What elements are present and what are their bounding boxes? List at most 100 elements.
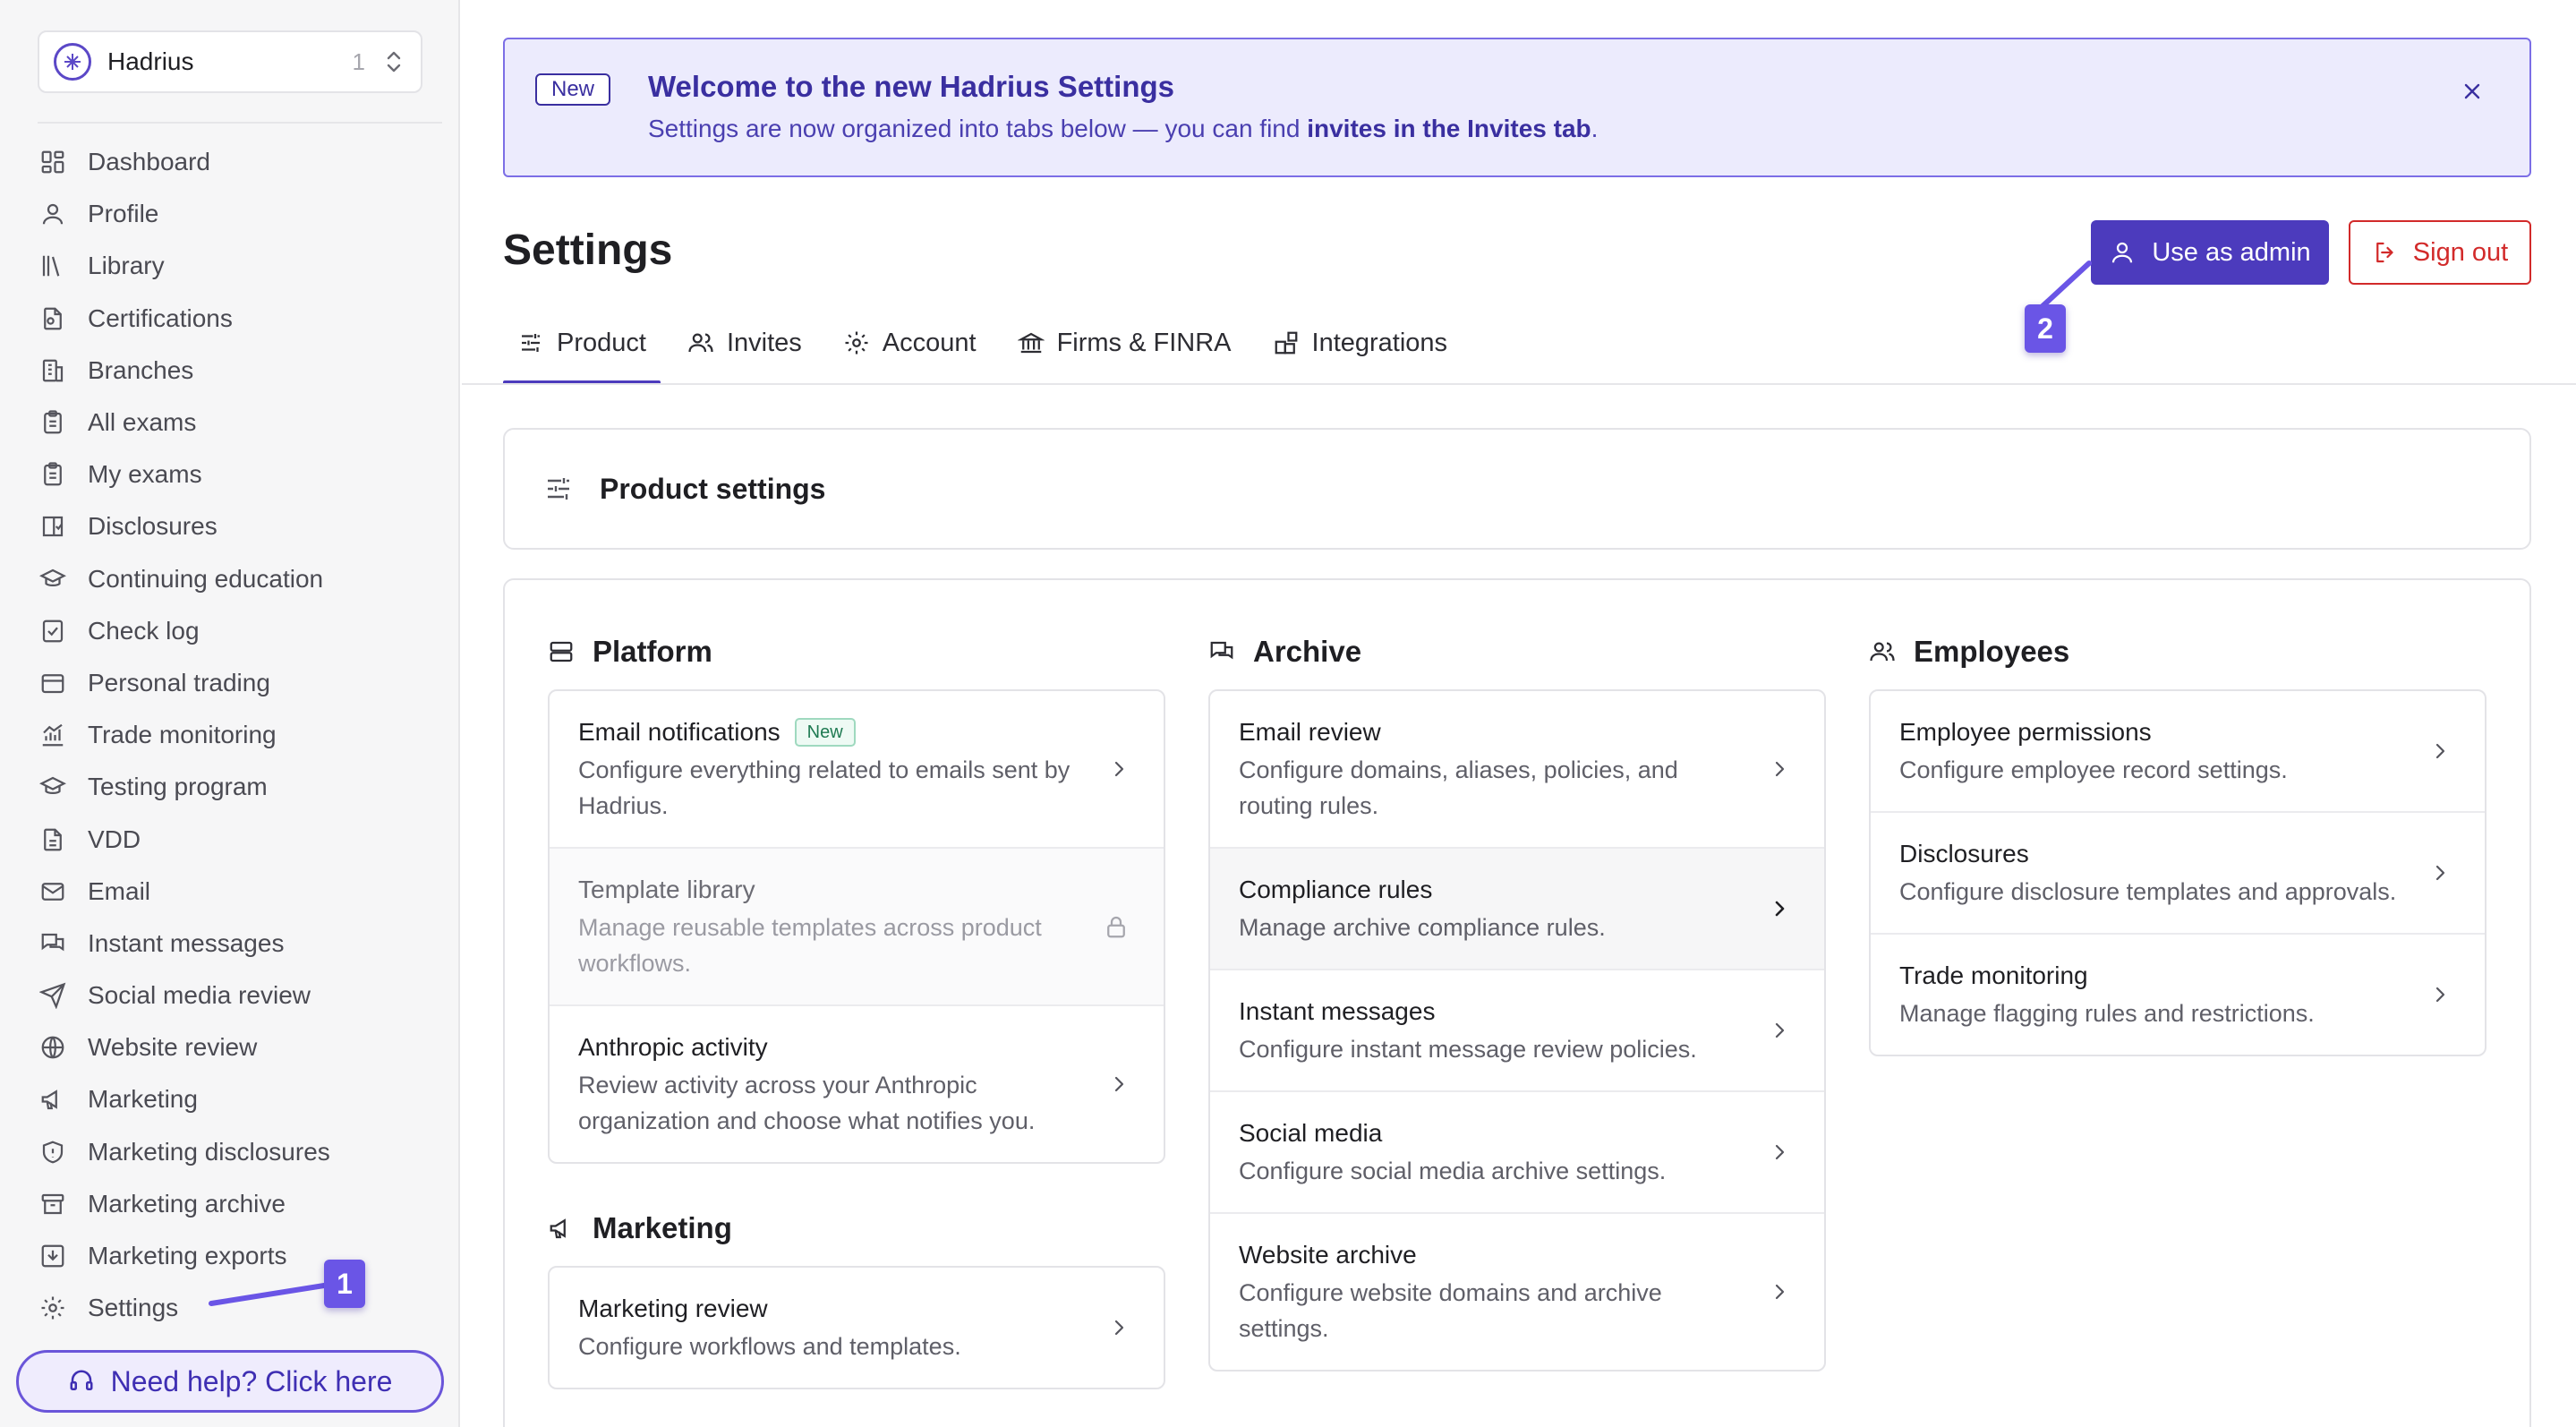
sidebar-item-marketing-exports[interactable]: Marketing exports	[36, 1230, 448, 1282]
email-notifications-row[interactable]: Email notifications New Configure everyth…	[550, 691, 1164, 847]
certificate-icon	[44, 307, 62, 330]
row-description: Manage archive compliance rules.	[1239, 914, 1606, 941]
sidebar-item-social-media-review[interactable]: Social media review	[36, 970, 448, 1021]
tab-label: Product	[557, 328, 646, 357]
row-title-text: Email notifications	[578, 718, 780, 746]
sidebar-item-my-exams[interactable]: My exams	[36, 449, 448, 500]
user-icon	[2112, 242, 2133, 263]
sidebar-divider	[38, 122, 442, 124]
sidebar-item-certifications[interactable]: Certifications	[36, 293, 448, 345]
chevron-right-icon	[1775, 1144, 1785, 1160]
compliance-rules-row[interactable]: Compliance rules Manage archive complian…	[1210, 847, 1824, 969]
website-archive-row[interactable]: Website archive Configure website domain…	[1210, 1212, 1824, 1370]
use-as-admin-label: Use as admin	[2152, 237, 2311, 267]
org-count: 1	[352, 47, 365, 75]
sidebar-item-settings[interactable]: Settings	[36, 1282, 448, 1334]
megaphone-icon	[41, 1089, 57, 1110]
marketing-title: Marketing	[593, 1211, 732, 1244]
sidebar-item-library[interactable]: Library	[36, 240, 448, 292]
sidebar-item-label: All exams	[88, 408, 197, 437]
trade-monitoring-row[interactable]: Trade monitoring Manage flagging rules a…	[1871, 933, 2485, 1055]
tab-integrations[interactable]: Integrations	[1258, 313, 1463, 385]
clipboard-icon	[44, 462, 62, 486]
sidebar-item-profile[interactable]: Profile	[36, 188, 448, 240]
use-as-admin-button[interactable]: Use as admin	[2091, 220, 2329, 285]
tab-account[interactable]: Account	[829, 313, 991, 385]
sidebar-item-label: Trade monitoring	[88, 721, 277, 749]
sidebar-item-trade-monitoring[interactable]: Trade monitoring	[36, 709, 448, 761]
sidebar-item-personal-trading[interactable]: Personal trading	[36, 657, 448, 709]
employees-column: Employees Employee permissions Configure…	[1869, 625, 2486, 1056]
sidebar-item-check-log[interactable]: Check log	[36, 605, 448, 657]
row-title: Trade monitoring	[1899, 961, 2088, 989]
sidebar-item-label: Marketing archive	[88, 1189, 286, 1218]
disclosures-row[interactable]: Disclosures Configure disclosure templat…	[1871, 811, 2485, 933]
mail-icon	[41, 882, 64, 901]
megaphone-icon	[550, 1218, 566, 1239]
sidebar-item-marketing-archive[interactable]: Marketing archive	[36, 1178, 448, 1230]
sidebar-item-label: Settings	[88, 1294, 179, 1322]
org-switcher[interactable]: Hadrius 1	[38, 30, 422, 93]
sign-out-button[interactable]: Sign out	[2349, 220, 2531, 285]
need-help-button[interactable]: Need help? Click here	[16, 1350, 444, 1413]
sidebar-item-label: Certifications	[88, 303, 233, 332]
tab-invites[interactable]: Invites	[673, 313, 816, 385]
anthropic-activity-row[interactable]: Anthropic activity Review activity acros…	[550, 1004, 1164, 1162]
sidebar-item-dashboard[interactable]: Dashboard	[36, 136, 448, 188]
sidebar-item-marketing[interactable]: Marketing	[36, 1073, 448, 1125]
tab-label: Firms & FINRA	[1056, 328, 1232, 357]
sidebar-item-testing-program[interactable]: Testing program	[36, 761, 448, 813]
sidebar-item-all-exams[interactable]: All exams	[36, 397, 448, 449]
tab-label: Integrations	[1311, 328, 1448, 357]
blocks-icon	[1275, 331, 1297, 355]
platform-card: Email notifications New Configure everyth…	[548, 689, 1165, 1164]
sidebar-item-label: Check log	[88, 616, 200, 645]
invites-tab-link[interactable]: invites in the Invites tab	[1307, 115, 1591, 142]
sidebar-item-vdd[interactable]: VDD	[36, 813, 448, 865]
sidebar: Hadrius 1 Dashboard Profile Library Cert…	[0, 0, 460, 1427]
row-description: Configure website domains and archive se…	[1239, 1279, 1662, 1342]
tab-firms-finra[interactable]: Firms & FINRA	[1003, 313, 1246, 385]
row-title: Disclosures	[1899, 840, 2029, 867]
lock-icon	[1107, 916, 1125, 938]
banner-close-button[interactable]	[2456, 75, 2488, 107]
sidebar-item-continuing-education[interactable]: Continuing education	[36, 553, 448, 605]
instant-messages-row[interactable]: Instant messages Configure instant messa…	[1210, 969, 1824, 1090]
gear-icon	[845, 331, 868, 355]
graduation-cap-icon	[39, 568, 66, 586]
employee-permissions-row[interactable]: Employee permissions Configure employee …	[1871, 691, 2485, 811]
email-review-row[interactable]: Email review Configure domains, aliases,…	[1210, 691, 1824, 847]
tab-product[interactable]: Product	[503, 313, 661, 385]
globe-icon	[41, 1036, 64, 1059]
sidebar-item-marketing-disclosures[interactable]: Marketing disclosures	[36, 1126, 448, 1178]
sidebar-item-website-review[interactable]: Website review	[36, 1021, 448, 1073]
sidebar-item-email[interactable]: Email	[36, 866, 448, 918]
download-icon	[41, 1244, 64, 1268]
user-icon	[42, 204, 64, 225]
sidebar-item-label: Branches	[88, 355, 194, 384]
row-title: Anthropic activity	[578, 1033, 768, 1061]
sidebar-item-disclosures[interactable]: Disclosures	[36, 500, 448, 552]
file-icon	[44, 828, 62, 850]
chevron-right-icon	[1775, 761, 1785, 777]
row-title: Email review	[1239, 718, 1381, 746]
row-title: Instant messages	[1239, 997, 1436, 1025]
chart-icon	[42, 723, 64, 747]
sidebar-item-branches[interactable]: Branches	[36, 345, 448, 397]
sliders-icon	[522, 334, 540, 352]
sidebar-item-label: Marketing exports	[88, 1242, 287, 1270]
social-media-row[interactable]: Social media Configure social media arch…	[1210, 1090, 1824, 1212]
sidebar-item-instant-messages[interactable]: Instant messages	[36, 918, 448, 970]
annotation-marker-1: 1	[324, 1260, 365, 1308]
bank-icon	[1017, 332, 1045, 354]
chevron-right-icon	[1114, 1320, 1124, 1336]
users-icon	[1870, 642, 1895, 662]
close-icon	[2464, 83, 2480, 99]
headset-icon	[70, 1370, 93, 1390]
sidebar-item-label: Profile	[88, 200, 159, 228]
archive-title: Archive	[1253, 635, 1362, 668]
sidebar-item-label: Email	[88, 876, 151, 905]
platform-column: Platform Email notifications New Configur…	[548, 625, 1165, 1389]
sidebar-item-label: Social media review	[88, 981, 311, 1010]
marketing-review-row[interactable]: Marketing review Configure workflows and…	[550, 1268, 1164, 1388]
